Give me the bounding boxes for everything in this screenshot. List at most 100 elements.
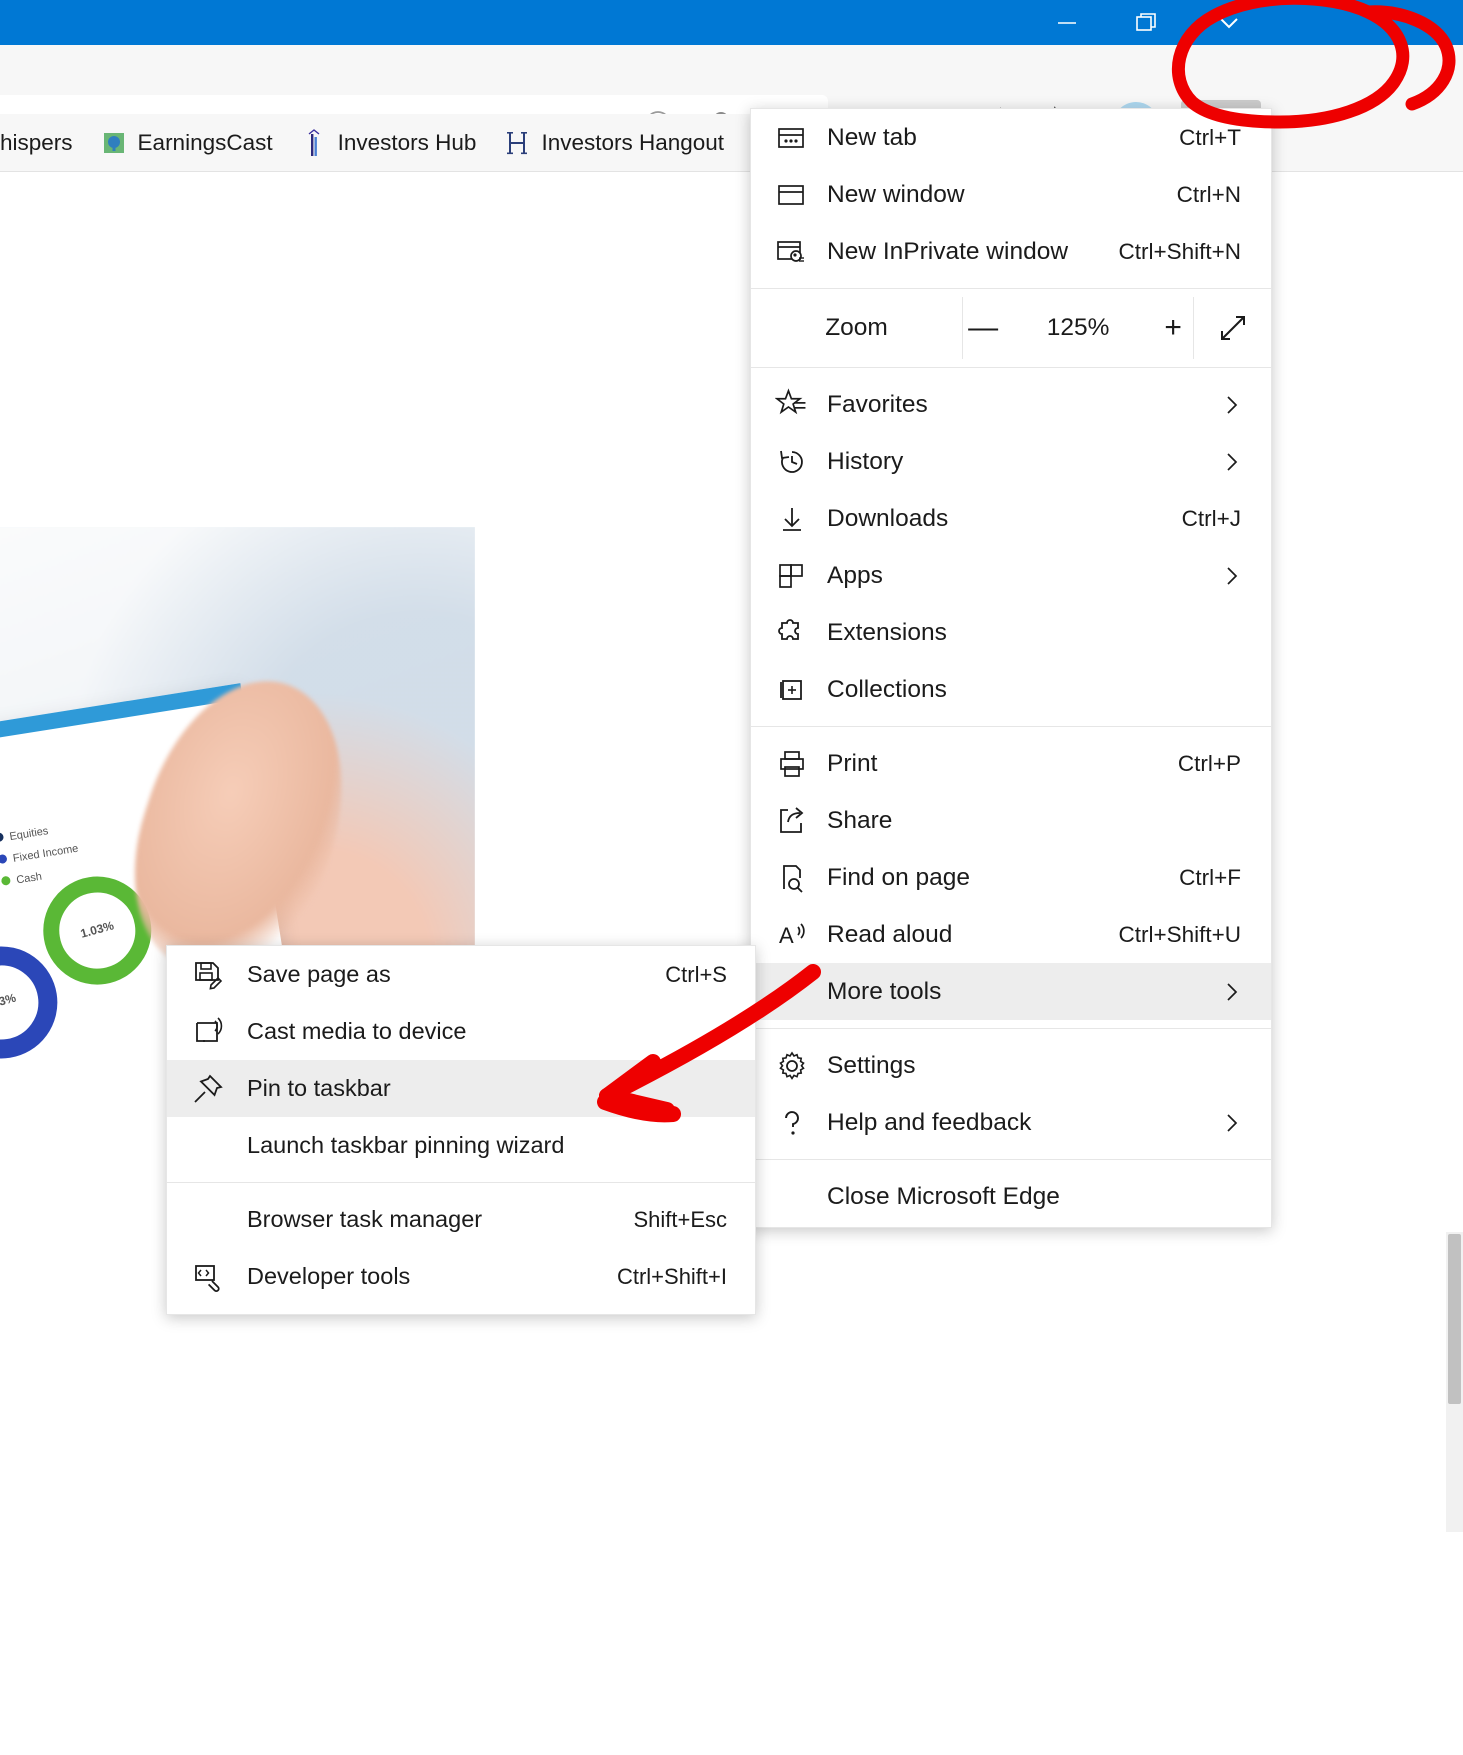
submenu-item-shortcut: Ctrl+S — [665, 961, 727, 987]
submenu-item-shortcut: Shift+Esc — [633, 1206, 727, 1232]
browser-toolbar: ABP — [0, 45, 1463, 155]
menu-item-read-aloud[interactable]: A Read aloud Ctrl+Shift+U — [751, 906, 1271, 963]
bookmark-item[interactable]: Investors Hangout — [490, 122, 738, 164]
menu-item-new-inprivate-window[interactable]: New InPrivate window Ctrl+Shift+N — [751, 223, 1271, 280]
submenu-item-developer-tools[interactable]: Developer tools Ctrl+Shift+I — [167, 1248, 755, 1305]
menu-item-label: Extensions — [827, 618, 947, 646]
pin-icon — [191, 1072, 247, 1106]
menu-item-settings[interactable]: Settings — [751, 1037, 1271, 1094]
submenu-item-browser-task-manager[interactable]: Browser task manager Shift+Esc — [167, 1191, 755, 1248]
submenu-item-label: Developer tools — [247, 1263, 411, 1289]
window-title-bar — [0, 0, 1463, 45]
extensions-icon — [775, 616, 827, 650]
menu-divider — [751, 726, 1271, 727]
menu-item-label: Print — [827, 749, 878, 777]
menu-item-label: New window — [827, 180, 965, 208]
investors-hub-favicon — [301, 128, 327, 158]
fullscreen-button[interactable] — [1194, 297, 1271, 359]
menu-item-extensions[interactable]: Extensions — [751, 604, 1271, 661]
chevron-right-icon — [1219, 1112, 1245, 1134]
share-icon — [775, 804, 827, 838]
zoom-label: Zoom — [751, 297, 964, 359]
menu-item-label: Downloads — [827, 504, 949, 532]
menu-divider — [751, 1028, 1271, 1029]
chevron-right-icon — [1219, 394, 1245, 416]
menu-item-label: New InPrivate window — [827, 237, 1069, 265]
menu-item-label: New tab — [827, 123, 917, 151]
window-close-button[interactable] — [1190, 0, 1268, 45]
menu-item-label: History — [827, 447, 904, 475]
legend-item: Fixed Income — [0, 843, 79, 868]
page-scrollbar-thumb[interactable] — [1448, 1234, 1461, 1404]
legend-item: Cash — [0, 871, 43, 889]
menu-item-apps[interactable]: Apps — [751, 547, 1271, 604]
menu-item-shortcut: Ctrl+Shift+U — [1118, 921, 1241, 947]
window-minimize-button[interactable] — [1028, 0, 1106, 45]
menu-item-shortcut: Ctrl+F — [1179, 864, 1241, 890]
bookmark-label: Investors Hangout — [541, 129, 725, 155]
menu-item-label: Share — [827, 806, 893, 834]
submenu-item-label: Pin to taskbar — [247, 1075, 391, 1101]
menu-item-help-and-feedback[interactable]: Help and feedback — [751, 1094, 1271, 1151]
menu-item-collections[interactable]: Collections — [751, 661, 1271, 718]
submenu-item-save-page-as[interactable]: Save page as Ctrl+S — [167, 946, 755, 1003]
menu-item-label: Favorites — [827, 390, 928, 418]
menu-item-shortcut: Ctrl+N — [1176, 181, 1241, 207]
menu-item-shortcut: Ctrl+Shift+N — [1118, 238, 1241, 264]
legend-dot — [0, 853, 8, 865]
submenu-item-label: Cast media to device — [247, 1018, 467, 1044]
menu-item-shortcut: Ctrl+T — [1179, 124, 1241, 150]
help-icon — [775, 1106, 827, 1140]
zoom-in-button[interactable]: + — [1153, 308, 1193, 348]
bookmark-item[interactable]: EarningsCast — [87, 122, 287, 164]
menu-item-label: Apps — [827, 561, 883, 589]
investors-hangout-favicon — [504, 128, 530, 158]
print-icon — [775, 747, 827, 781]
bookmark-item[interactable]: Investors Hub — [287, 122, 491, 164]
menu-item-close-edge[interactable]: Close Microsoft Edge — [751, 1168, 1271, 1225]
menu-item-share[interactable]: Share — [751, 792, 1271, 849]
zoom-out-button[interactable]: — — [963, 308, 1003, 348]
bookmark-label: hispers — [0, 129, 73, 155]
menu-item-history[interactable]: History — [751, 433, 1271, 490]
submenu-item-shortcut: Ctrl+Shift+I — [616, 1263, 727, 1289]
submenu-item-launch-taskbar-pinning-wizard[interactable]: Launch taskbar pinning wizard — [167, 1117, 755, 1174]
menu-item-favorites[interactable]: Favorites — [751, 376, 1271, 433]
chevron-right-icon — [1219, 981, 1245, 1003]
menu-item-shortcut: Ctrl+P — [1177, 750, 1241, 776]
menu-item-new-tab[interactable]: New tab Ctrl+T — [751, 109, 1271, 166]
history-icon — [775, 445, 827, 479]
menu-item-label: More tools — [827, 977, 942, 1005]
menu-item-label: Read aloud — [827, 920, 953, 948]
submenu-item-label: Save page as — [247, 961, 391, 987]
settings-and-more-menu: New tab Ctrl+T New window Ctrl+N New InP… — [750, 108, 1272, 1228]
menu-item-label: Collections — [827, 675, 947, 703]
menu-item-shortcut: Ctrl+J — [1181, 505, 1241, 531]
menu-item-label: Find on page — [827, 863, 971, 891]
menu-item-new-window[interactable]: New window Ctrl+N — [751, 166, 1271, 223]
downloads-icon — [775, 502, 827, 536]
read-aloud-icon: A — [775, 918, 827, 952]
submenu-item-cast-media-to-device[interactable]: Cast media to device — [167, 1003, 755, 1060]
menu-divider — [751, 288, 1271, 289]
save-page-icon — [191, 958, 247, 992]
bookmark-item[interactable]: hispers — [0, 122, 87, 164]
zoom-row: Zoom — 125% + — [751, 297, 1271, 359]
bookmark-label: EarningsCast — [137, 129, 273, 155]
legend-item: Equities — [0, 825, 49, 845]
menu-divider — [751, 1159, 1271, 1160]
menu-item-more-tools[interactable]: More tools — [751, 963, 1271, 1020]
submenu-item-pin-to-taskbar[interactable]: Pin to taskbar — [167, 1060, 755, 1117]
window-restore-button[interactable] — [1108, 0, 1186, 45]
zoom-controls: — 125% + — [963, 297, 1195, 359]
new-window-icon — [775, 179, 827, 211]
legend-dot — [0, 875, 12, 886]
bookmark-label: Investors Hub — [337, 129, 477, 155]
inprivate-window-icon — [775, 236, 827, 268]
new-tab-icon — [775, 122, 827, 154]
devtools-icon — [191, 1260, 247, 1294]
menu-item-downloads[interactable]: Downloads Ctrl+J — [751, 490, 1271, 547]
menu-item-label: Help and feedback — [827, 1108, 1032, 1136]
menu-item-print[interactable]: Print Ctrl+P — [751, 735, 1271, 792]
menu-item-find-on-page[interactable]: Find on page Ctrl+F — [751, 849, 1271, 906]
